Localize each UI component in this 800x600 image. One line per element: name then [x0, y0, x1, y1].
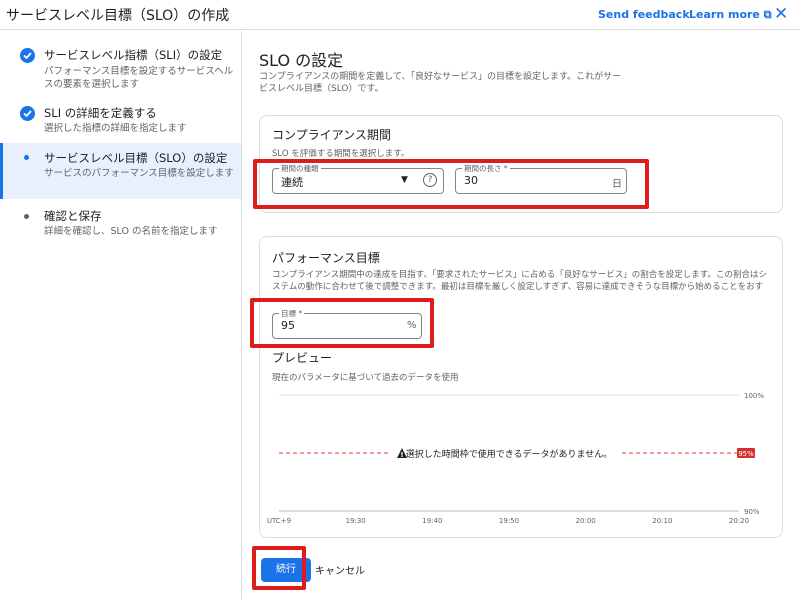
stepper-sidebar: サービスレベル指標（SLI）の設定 パフォーマンス目標を設定するサービスヘルスの…	[0, 31, 242, 600]
check-circle-icon	[20, 48, 35, 63]
x-tick-label: 20:20	[729, 517, 749, 525]
x-tick-label: 19:50	[499, 517, 519, 525]
step-slo-setup[interactable]: サービスレベル目標（SLO）の設定 サービスのパフォーマンス目標を設定します	[0, 143, 241, 199]
step-sli-setup[interactable]: サービスレベル指標（SLI）の設定 パフォーマンス目標を設定するサービスヘルスの…	[0, 39, 241, 99]
pending-step-dot-icon	[24, 214, 29, 219]
current-step-dot-icon	[24, 155, 29, 160]
preview-chart: 100% 90% UTC+9 19:30 19:40 19:50 20:00 20:10 20:…	[267, 392, 764, 525]
main-content: SLO の設定 コンプライアンスの期間を定義して、「良好なサービス」の目標を設定…	[243, 31, 800, 600]
step-subtitle: 詳細を確認し、SLO の名前を指定します	[44, 226, 218, 237]
step-title: 確認と保存	[44, 209, 102, 223]
continue-button[interactable]: 続行	[261, 558, 311, 582]
step-sli-details[interactable]: SLI の詳細を定義する 選択した指標の詳細を指定します	[0, 99, 241, 141]
y-tick-label: 90%	[744, 508, 760, 516]
y-tick-label: 100%	[744, 392, 764, 400]
x-tick-label: 20:10	[652, 517, 672, 525]
x-tick-label: 19:40	[422, 517, 442, 525]
dialog-header: サービスレベル目標（SLO）の作成 Send feedback Learn mo…	[0, 0, 800, 30]
x-tick-label: UTC+9	[267, 517, 291, 525]
send-feedback-link[interactable]: Send feedback	[598, 8, 690, 21]
check-circle-icon	[20, 106, 35, 121]
close-icon[interactable]: ✕	[774, 4, 788, 24]
warning-icon-mark: !	[400, 451, 403, 459]
cancel-button[interactable]: キャンセル	[315, 562, 365, 577]
no-data-message: 選択した時間枠で使用できるデータがありません。	[406, 448, 613, 460]
x-tick-label: 20:00	[576, 517, 596, 525]
step-subtitle: パフォーマンス目標を設定するサービスヘルスの要素を選択します	[44, 66, 234, 90]
x-tick-label: 19:30	[346, 517, 366, 525]
step-subtitle: サービスのパフォーマンス目標を設定します	[44, 168, 234, 179]
threshold-badge-label: 95%	[738, 450, 754, 458]
step-review-save[interactable]: 確認と保存 詳細を確認し、SLO の名前を指定します	[0, 203, 241, 245]
page-title: サービスレベル目標（SLO）の作成	[6, 8, 230, 24]
step-title: SLI の詳細を定義する	[44, 106, 157, 120]
step-title: サービスレベル指標（SLI）の設定	[44, 48, 223, 62]
step-subtitle: 選択した指標の詳細を指定します	[44, 123, 187, 134]
learn-more-link[interactable]: Learn more ⧉	[689, 8, 772, 22]
step-title: サービスレベル目標（SLO）の設定	[44, 151, 228, 165]
